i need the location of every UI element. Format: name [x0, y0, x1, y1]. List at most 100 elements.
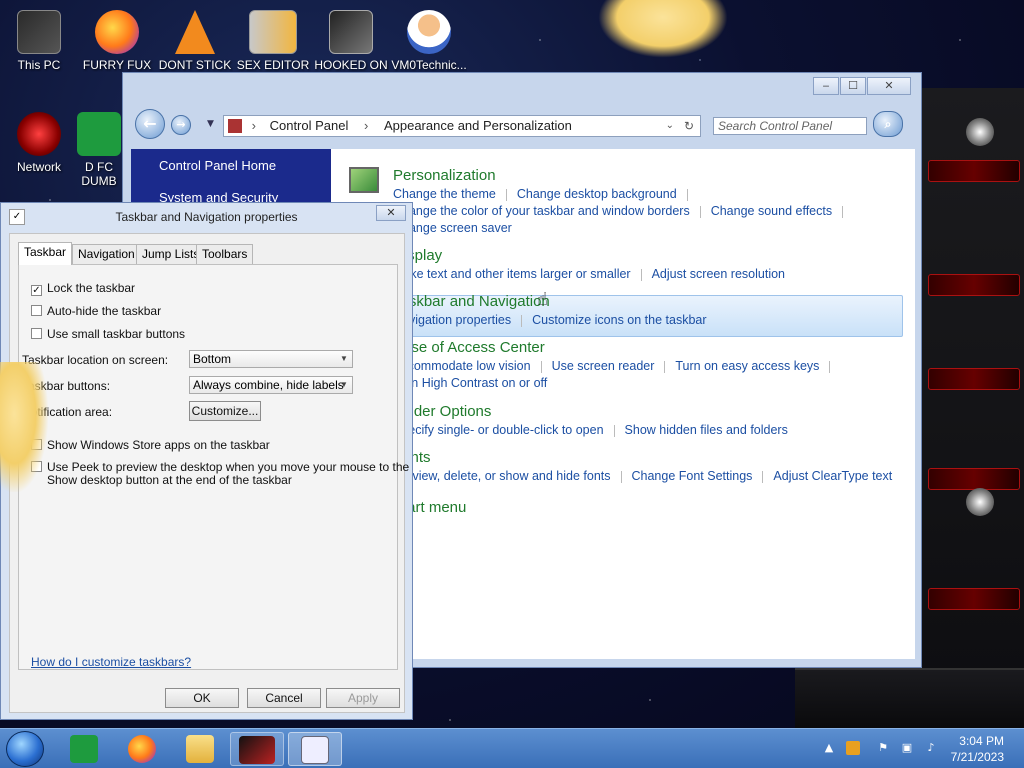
link-customize-icons[interactable]: Customize icons on the taskbar — [532, 313, 706, 327]
link-cleartype[interactable]: Adjust ClearType text — [773, 469, 892, 483]
desktop-icon-sex-editor[interactable]: SEX EDITOR — [235, 10, 311, 72]
link-text-larger[interactable]: Make text and other items larger or smal… — [393, 267, 631, 281]
alien-head-icon — [966, 118, 994, 146]
tray-app-icon[interactable] — [846, 741, 860, 755]
chevron-down-icon[interactable]: ⌄ — [666, 116, 674, 136]
back-arrow-icon[interactable]: ← — [135, 109, 165, 139]
breadcrumb-separator-icon: › — [251, 118, 256, 133]
category-title[interactable]: Personalization — [393, 167, 853, 184]
tab-jump-lists[interactable]: Jump Lists — [136, 244, 206, 264]
peek-row[interactable]: Use Peek to preview the desktop when you… — [31, 460, 409, 474]
apply-button[interactable]: Apply — [326, 688, 400, 708]
desktop-icon-label: SEX EDITOR — [236, 58, 310, 72]
location-value: Bottom — [193, 352, 232, 366]
desktop-icon-label: FURRY FUX — [82, 58, 152, 72]
tab-navigation[interactable]: Navigation — [72, 244, 141, 264]
customize-button[interactable]: Customize... — [189, 401, 261, 421]
link-font-settings[interactable]: Change Font Settings — [632, 469, 753, 483]
tab-toolbars[interactable]: Toolbars — [196, 244, 254, 264]
desktop-icon-label: VM0Technic... — [391, 58, 467, 72]
taskbar-item-explorer[interactable] — [174, 732, 226, 766]
desktop-icon-network[interactable]: Network — [1, 112, 77, 174]
link-hidden-files[interactable]: Show hidden files and folders — [625, 423, 788, 437]
desktop-icon-hooked-on[interactable]: HOOKED ON — [313, 10, 389, 72]
cancel-button[interactable]: Cancel — [247, 688, 321, 708]
link-easy-access-keys[interactable]: Turn on easy access keys — [675, 359, 819, 373]
buttons-select[interactable]: Always combine, hide labels ▼ — [189, 376, 353, 394]
desktop-icon-label: D FC DUMB — [81, 160, 117, 188]
breadcrumb-control-panel[interactable]: Control Panel — [270, 118, 349, 133]
auto-hide-label: Auto-hide the taskbar — [47, 304, 162, 318]
lock-taskbar-row[interactable]: ✓ Lock the taskbar — [31, 281, 135, 296]
network-tray-icon[interactable]: ▣ — [900, 741, 914, 755]
lock-taskbar-checkbox[interactable]: ✓ — [31, 285, 42, 296]
chevron-down-icon: ▼ — [340, 380, 348, 389]
taskbar-item-firefox[interactable] — [116, 732, 168, 766]
help-link[interactable]: How do I customize taskbars? — [31, 655, 191, 669]
store-apps-row[interactable]: Show Windows Store apps on the taskbar — [31, 438, 270, 452]
volume-icon[interactable]: ♪ — [924, 741, 938, 755]
firefox-icon — [95, 10, 139, 54]
desktop-icon-vm0technic[interactable]: VM0Technic... — [391, 10, 467, 72]
link-change-sound-effects[interactable]: Change sound effects — [711, 204, 832, 218]
show-hidden-icons-icon[interactable]: ▲ — [822, 741, 836, 755]
folder-icon — [186, 735, 214, 763]
taskbar-clock[interactable]: 3:04 PM 7/21/2023 — [951, 733, 1004, 765]
taskbar-item-sheets[interactable] — [58, 732, 110, 766]
link-low-vision[interactable]: Accommodate low vision — [393, 359, 531, 373]
chevron-down-icon: ▼ — [340, 354, 348, 363]
recent-pages-chevron-icon[interactable]: ▼ — [207, 119, 214, 129]
category-title[interactable]: Fonts — [393, 449, 892, 466]
action-center-flag-icon[interactable]: ⚑ — [876, 741, 890, 755]
taskbar-item-app[interactable] — [230, 732, 284, 766]
minimize-button[interactable]: ‒ — [813, 77, 839, 95]
alienware-gadget-panel — [918, 88, 1024, 728]
desktop-icon-furry-fux[interactable]: FURRY FUX — [79, 10, 155, 72]
category-title[interactable]: Display — [393, 247, 785, 264]
spreadsheet-icon — [70, 735, 98, 763]
window-titlebar[interactable]: ‒ ☐ ✕ — [123, 73, 921, 101]
start-orb-icon[interactable] — [6, 731, 44, 767]
link-preview-fonts[interactable]: Preview, delete, or show and hide fonts — [393, 469, 611, 483]
category-personalization: Personalization Change the theme Change d… — [393, 167, 853, 237]
search-input[interactable]: Search Control Panel — [713, 117, 867, 135]
forward-arrow-icon[interactable]: → — [171, 115, 191, 135]
desktop-icon-this-pc[interactable]: This PC — [1, 10, 77, 72]
clock-time: 3:04 PM — [959, 734, 1004, 748]
desktop-icon-label: Network — [16, 160, 61, 174]
small-buttons-label: Use small taskbar buttons — [47, 327, 186, 341]
close-button[interactable]: ✕ — [867, 77, 911, 95]
control-panel-content: Personalization Change the theme Change d… — [331, 149, 915, 659]
taskbar-item-properties[interactable] — [288, 732, 342, 766]
desktop-icon-d-fc-dumb[interactable]: D FC DUMB — [72, 112, 126, 188]
tab-taskbar[interactable]: Taskbar — [18, 242, 73, 265]
link-change-color[interactable]: Change the color of your taskbar and win… — [393, 204, 690, 218]
link-single-double-click[interactable]: Specify single- or double-click to open — [393, 423, 604, 437]
auto-hide-checkbox[interactable] — [31, 305, 42, 316]
ok-button[interactable]: OK — [165, 688, 239, 708]
desktop-icon-label: DONT STICK — [158, 58, 232, 72]
desktop-icon-dont-stick[interactable]: DONT STICK — [157, 10, 233, 72]
location-select[interactable]: Bottom ▼ — [189, 350, 353, 368]
category-ease-of-access: Ease of Access Center Accommodate low vi… — [393, 339, 840, 392]
gadget-bar — [928, 160, 1020, 182]
link-screen-reader[interactable]: Use screen reader — [552, 359, 655, 373]
link-change-desktop-background[interactable]: Change desktop background — [517, 187, 677, 201]
category-title[interactable]: Ease of Access Center — [393, 339, 840, 356]
category-title[interactable]: Taskbar and Navigation — [393, 293, 707, 310]
dialog-close-button[interactable]: ✕ — [376, 205, 406, 221]
small-buttons-checkbox[interactable] — [31, 328, 42, 339]
maximize-button[interactable]: ☐ — [840, 77, 866, 95]
address-bar-row: ← → ▼ › Control Panel › Appearance and P… — [135, 107, 915, 143]
breadcrumb-appearance[interactable]: Appearance and Personalization — [384, 118, 572, 133]
sidebar-item-control-panel-home[interactable]: Control Panel Home — [131, 149, 331, 181]
link-high-contrast[interactable]: Turn High Contrast on or off — [393, 376, 547, 390]
link-screen-resolution[interactable]: Adjust screen resolution — [652, 267, 785, 281]
link-change-theme[interactable]: Change the theme — [393, 187, 496, 201]
search-go-icon[interactable]: ⌕ — [873, 111, 903, 137]
category-title[interactable]: Folder Options — [393, 403, 788, 420]
refresh-icon[interactable]: ↻ — [684, 116, 694, 136]
small-buttons-row[interactable]: Use small taskbar buttons — [31, 327, 185, 341]
address-box[interactable]: › Control Panel › Appearance and Persona… — [223, 115, 701, 137]
auto-hide-row[interactable]: Auto-hide the taskbar — [31, 304, 161, 318]
